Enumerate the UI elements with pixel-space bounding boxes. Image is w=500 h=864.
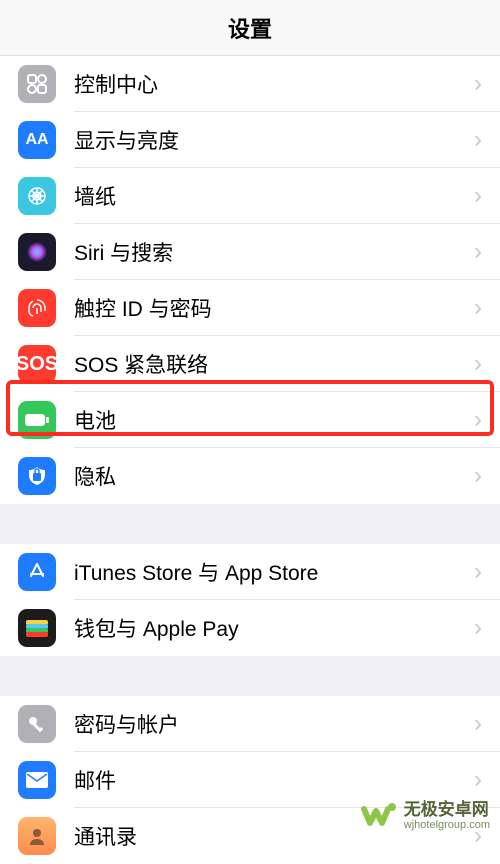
row-privacy[interactable]: 隐私 › (0, 448, 500, 504)
watermark-logo-icon (360, 797, 398, 835)
row-sos[interactable]: SOS SOS 紧急联络 › (0, 336, 500, 392)
row-siri-search[interactable]: Siri 与搜索 › (0, 224, 500, 280)
chevron-icon: › (474, 560, 500, 584)
watermark-title: 无极安卓网 (404, 800, 490, 820)
row-label: Siri 与搜索 (74, 237, 474, 267)
row-battery[interactable]: 电池 › (0, 392, 500, 448)
row-label: 控制中心 (74, 69, 474, 99)
settings-group-1: 控制中心 › AA 显示与亮度 › 墙纸 › Siri 与搜索 › 触控 ID … (0, 56, 500, 504)
settings-group-2: iTunes Store 与 App Store › 钱包与 Apple Pay… (0, 544, 500, 656)
row-wallpaper[interactable]: 墙纸 › (0, 168, 500, 224)
row-label: iTunes Store 与 App Store (74, 557, 474, 587)
battery-icon (18, 401, 56, 439)
group-separator (0, 504, 500, 544)
row-label: 邮件 (74, 765, 474, 795)
row-wallet-apple-pay[interactable]: 钱包与 Apple Pay › (0, 600, 500, 656)
row-label: 电池 (74, 405, 474, 435)
row-passwords-accounts[interactable]: 密码与帐户 › (0, 696, 500, 752)
display-icon: AA (18, 121, 56, 159)
app-store-icon (18, 553, 56, 591)
group-separator (0, 656, 500, 696)
row-label: 墙纸 (74, 181, 474, 211)
settings-group-3: 密码与帐户 › 邮件 › 通讯录 › (0, 696, 500, 864)
chevron-icon: › (474, 464, 500, 488)
row-touch-id[interactable]: 触控 ID 与密码 › (0, 280, 500, 336)
row-app-store[interactable]: iTunes Store 与 App Store › (0, 544, 500, 600)
chevron-icon: › (474, 184, 500, 208)
row-label: 隐私 (74, 461, 474, 491)
chevron-icon: › (474, 408, 500, 432)
row-label: 显示与亮度 (74, 125, 474, 155)
chevron-icon: › (474, 72, 500, 96)
siri-icon (18, 233, 56, 271)
sos-icon: SOS (18, 345, 56, 383)
header: 设置 (0, 0, 500, 56)
wallpaper-icon (18, 177, 56, 215)
contacts-icon (18, 817, 56, 855)
key-icon (18, 705, 56, 743)
row-label: SOS 紧急联络 (74, 349, 474, 379)
row-display-brightness[interactable]: AA 显示与亮度 › (0, 112, 500, 168)
mail-icon (18, 761, 56, 799)
chevron-icon: › (474, 352, 500, 376)
wallet-icon (18, 609, 56, 647)
watermark: 无极安卓网 wjhotelgroup.com (360, 797, 490, 835)
privacy-icon (18, 457, 56, 495)
control-center-icon (18, 65, 56, 103)
watermark-url: wjhotelgroup.com (404, 819, 490, 832)
page-title: 设置 (228, 12, 272, 44)
chevron-icon: › (474, 712, 500, 736)
chevron-icon: › (474, 128, 500, 152)
row-label: 触控 ID 与密码 (74, 293, 474, 323)
chevron-icon: › (474, 240, 500, 264)
chevron-icon: › (474, 616, 500, 640)
fingerprint-icon (18, 289, 56, 327)
chevron-icon: › (474, 768, 500, 792)
row-label: 密码与帐户 (74, 709, 474, 739)
row-control-center[interactable]: 控制中心 › (0, 56, 500, 112)
chevron-icon: › (474, 296, 500, 320)
row-label: 钱包与 Apple Pay (74, 613, 474, 643)
